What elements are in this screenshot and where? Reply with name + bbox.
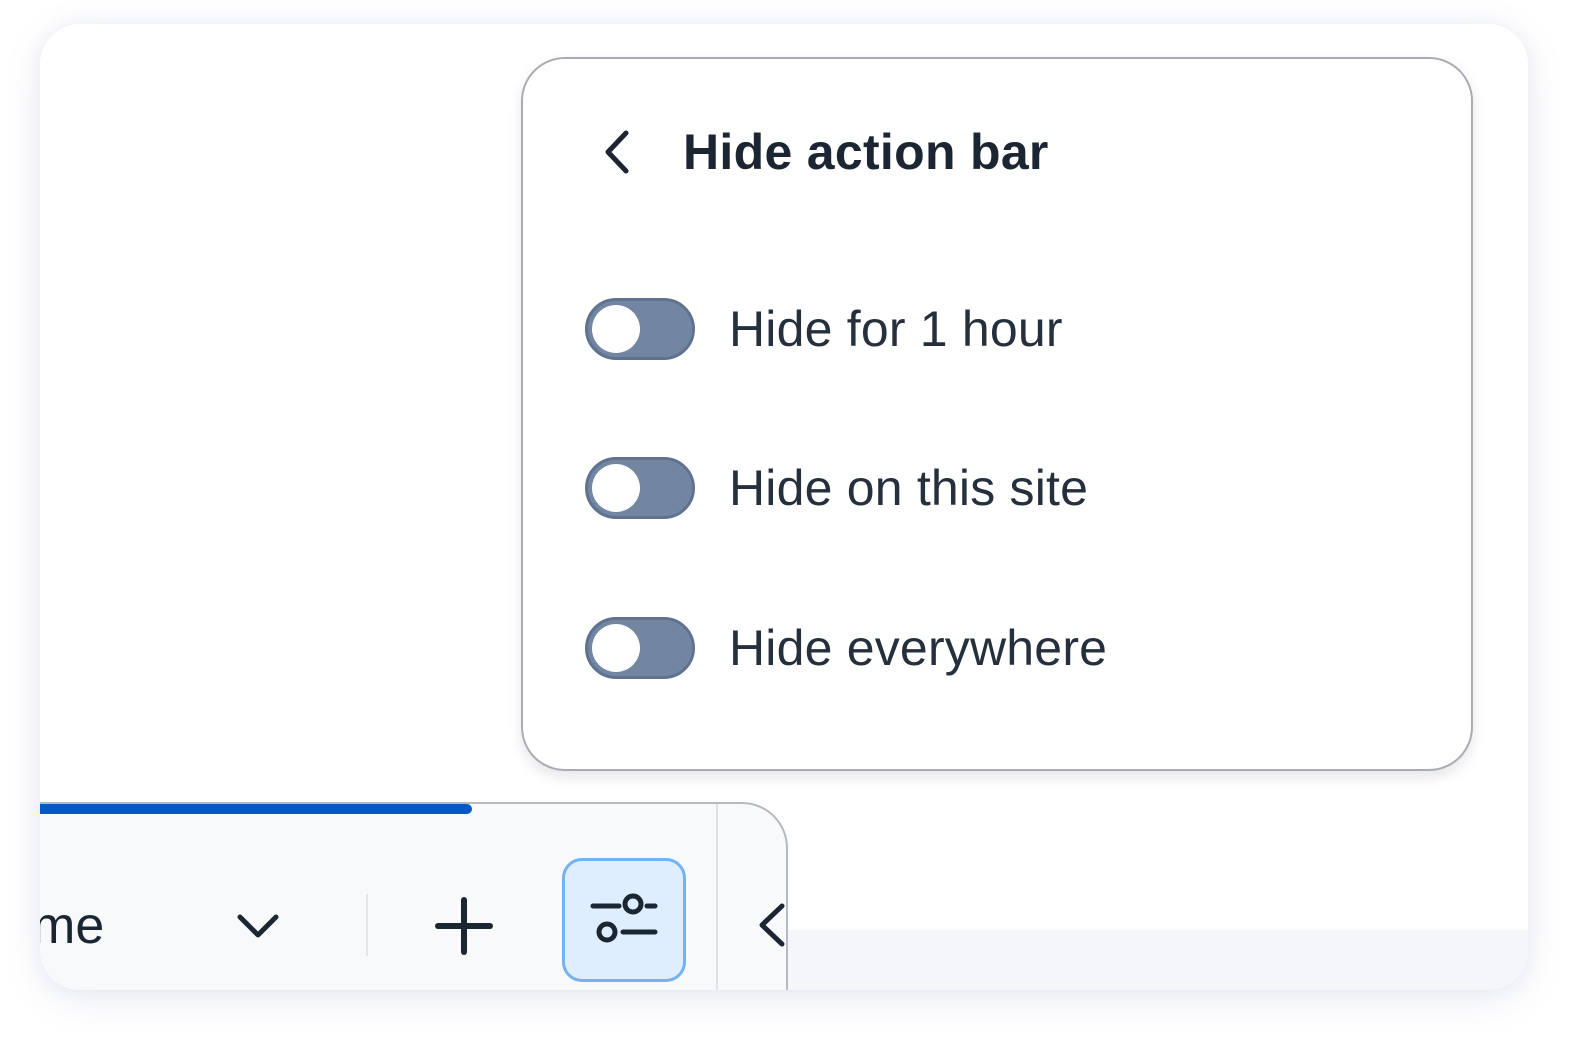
plus-icon[interactable] — [432, 894, 496, 958]
collapse-divider — [716, 804, 718, 990]
hide-everywhere-toggle[interactable] — [585, 617, 695, 679]
window-frame: Hide action bar Hide for 1 hour Hide on … — [40, 24, 1528, 990]
popover-title: Hide action bar — [683, 124, 1049, 180]
hide-action-bar-popover: Hide action bar Hide for 1 hour Hide on … — [521, 57, 1473, 771]
chevron-left-icon — [605, 130, 629, 174]
popover-header: Hide action bar — [593, 121, 1049, 183]
chevron-down-icon[interactable] — [234, 902, 282, 950]
hide-1-hour-toggle[interactable] — [585, 298, 695, 360]
option-label: Hide for 1 hour — [729, 301, 1063, 357]
option-hide-everywhere[interactable]: Hide everywhere — [585, 615, 1107, 681]
action-bar: me — [40, 802, 788, 990]
option-hide-this-site[interactable]: Hide on this site — [585, 455, 1088, 521]
settings-button[interactable] — [562, 858, 686, 982]
hide-this-site-toggle[interactable] — [585, 457, 695, 519]
progress-bar — [40, 804, 472, 814]
option-hide-1-hour[interactable]: Hide for 1 hour — [585, 296, 1063, 362]
sliders-icon — [590, 893, 658, 943]
toggle-knob — [592, 305, 640, 353]
toolbar-divider — [366, 894, 368, 956]
option-label: Hide on this site — [729, 460, 1089, 516]
back-button[interactable] — [593, 128, 641, 176]
option-label: Hide everywhere — [729, 620, 1108, 676]
action-bar-text: me — [40, 897, 105, 955]
toggle-knob — [592, 464, 640, 512]
chevron-left-icon[interactable] — [750, 900, 788, 950]
toggle-knob — [592, 624, 640, 672]
